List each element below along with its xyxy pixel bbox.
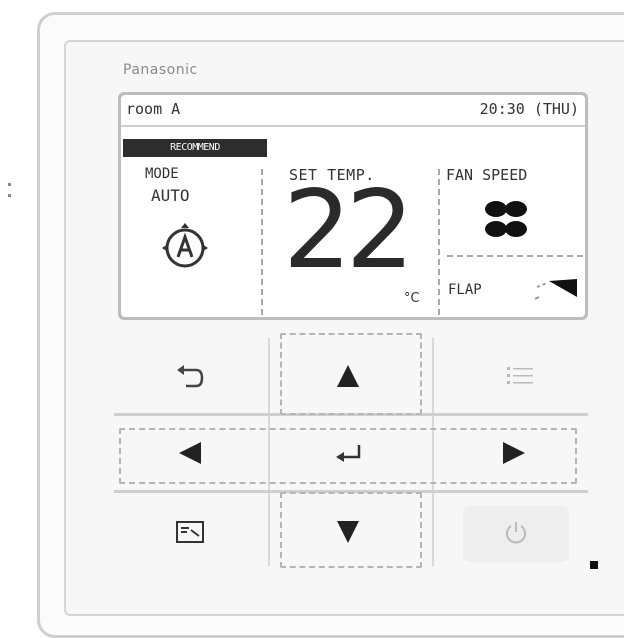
fan-speed-heading: FAN SPEED xyxy=(446,166,528,184)
quick-menu-icon xyxy=(175,520,205,547)
up-button[interactable] xyxy=(318,355,378,399)
mode-heading: MODE xyxy=(145,166,179,182)
power-button[interactable] xyxy=(463,506,569,562)
flap-heading: FLAP xyxy=(448,282,482,298)
clock: 20:30 (THU) xyxy=(479,100,579,118)
flap-angle-icon xyxy=(529,277,579,311)
lcd-divider xyxy=(447,255,583,257)
lcd-screen: room A 20:30 (THU) RECOMMEND MODE AUTO S… xyxy=(121,95,585,317)
side-dots xyxy=(8,183,12,205)
recommend-label: RECOMMEND xyxy=(123,139,267,157)
return-icon xyxy=(174,362,206,393)
left-button[interactable] xyxy=(160,432,220,476)
enter-icon xyxy=(333,441,363,468)
temp-unit: °C xyxy=(404,291,420,306)
right-button[interactable] xyxy=(484,432,544,476)
quick-menu-button[interactable] xyxy=(160,511,220,555)
down-button[interactable] xyxy=(318,511,378,555)
power-icon xyxy=(502,519,530,550)
up-arrow-icon xyxy=(335,363,361,392)
lcd-divider xyxy=(438,169,440,315)
operation-indicator-lamp xyxy=(590,561,598,569)
mode-value: AUTO xyxy=(151,186,190,205)
return-button[interactable] xyxy=(160,355,220,399)
lcd-status-row: room A 20:30 (THU) xyxy=(121,95,585,127)
set-temp-value: 22 xyxy=(283,168,414,293)
menu-button[interactable] xyxy=(490,355,550,399)
down-arrow-icon xyxy=(335,519,361,548)
left-arrow-icon xyxy=(177,440,203,469)
fan-icon xyxy=(484,199,528,243)
brand-logo: Panasonic xyxy=(123,62,198,78)
enter-button[interactable] xyxy=(318,432,378,476)
lcd-divider xyxy=(261,169,263,315)
room-name: room A xyxy=(126,100,181,118)
menu-icon xyxy=(505,364,535,391)
auto-mode-icon xyxy=(156,219,214,281)
right-arrow-icon xyxy=(501,440,527,469)
